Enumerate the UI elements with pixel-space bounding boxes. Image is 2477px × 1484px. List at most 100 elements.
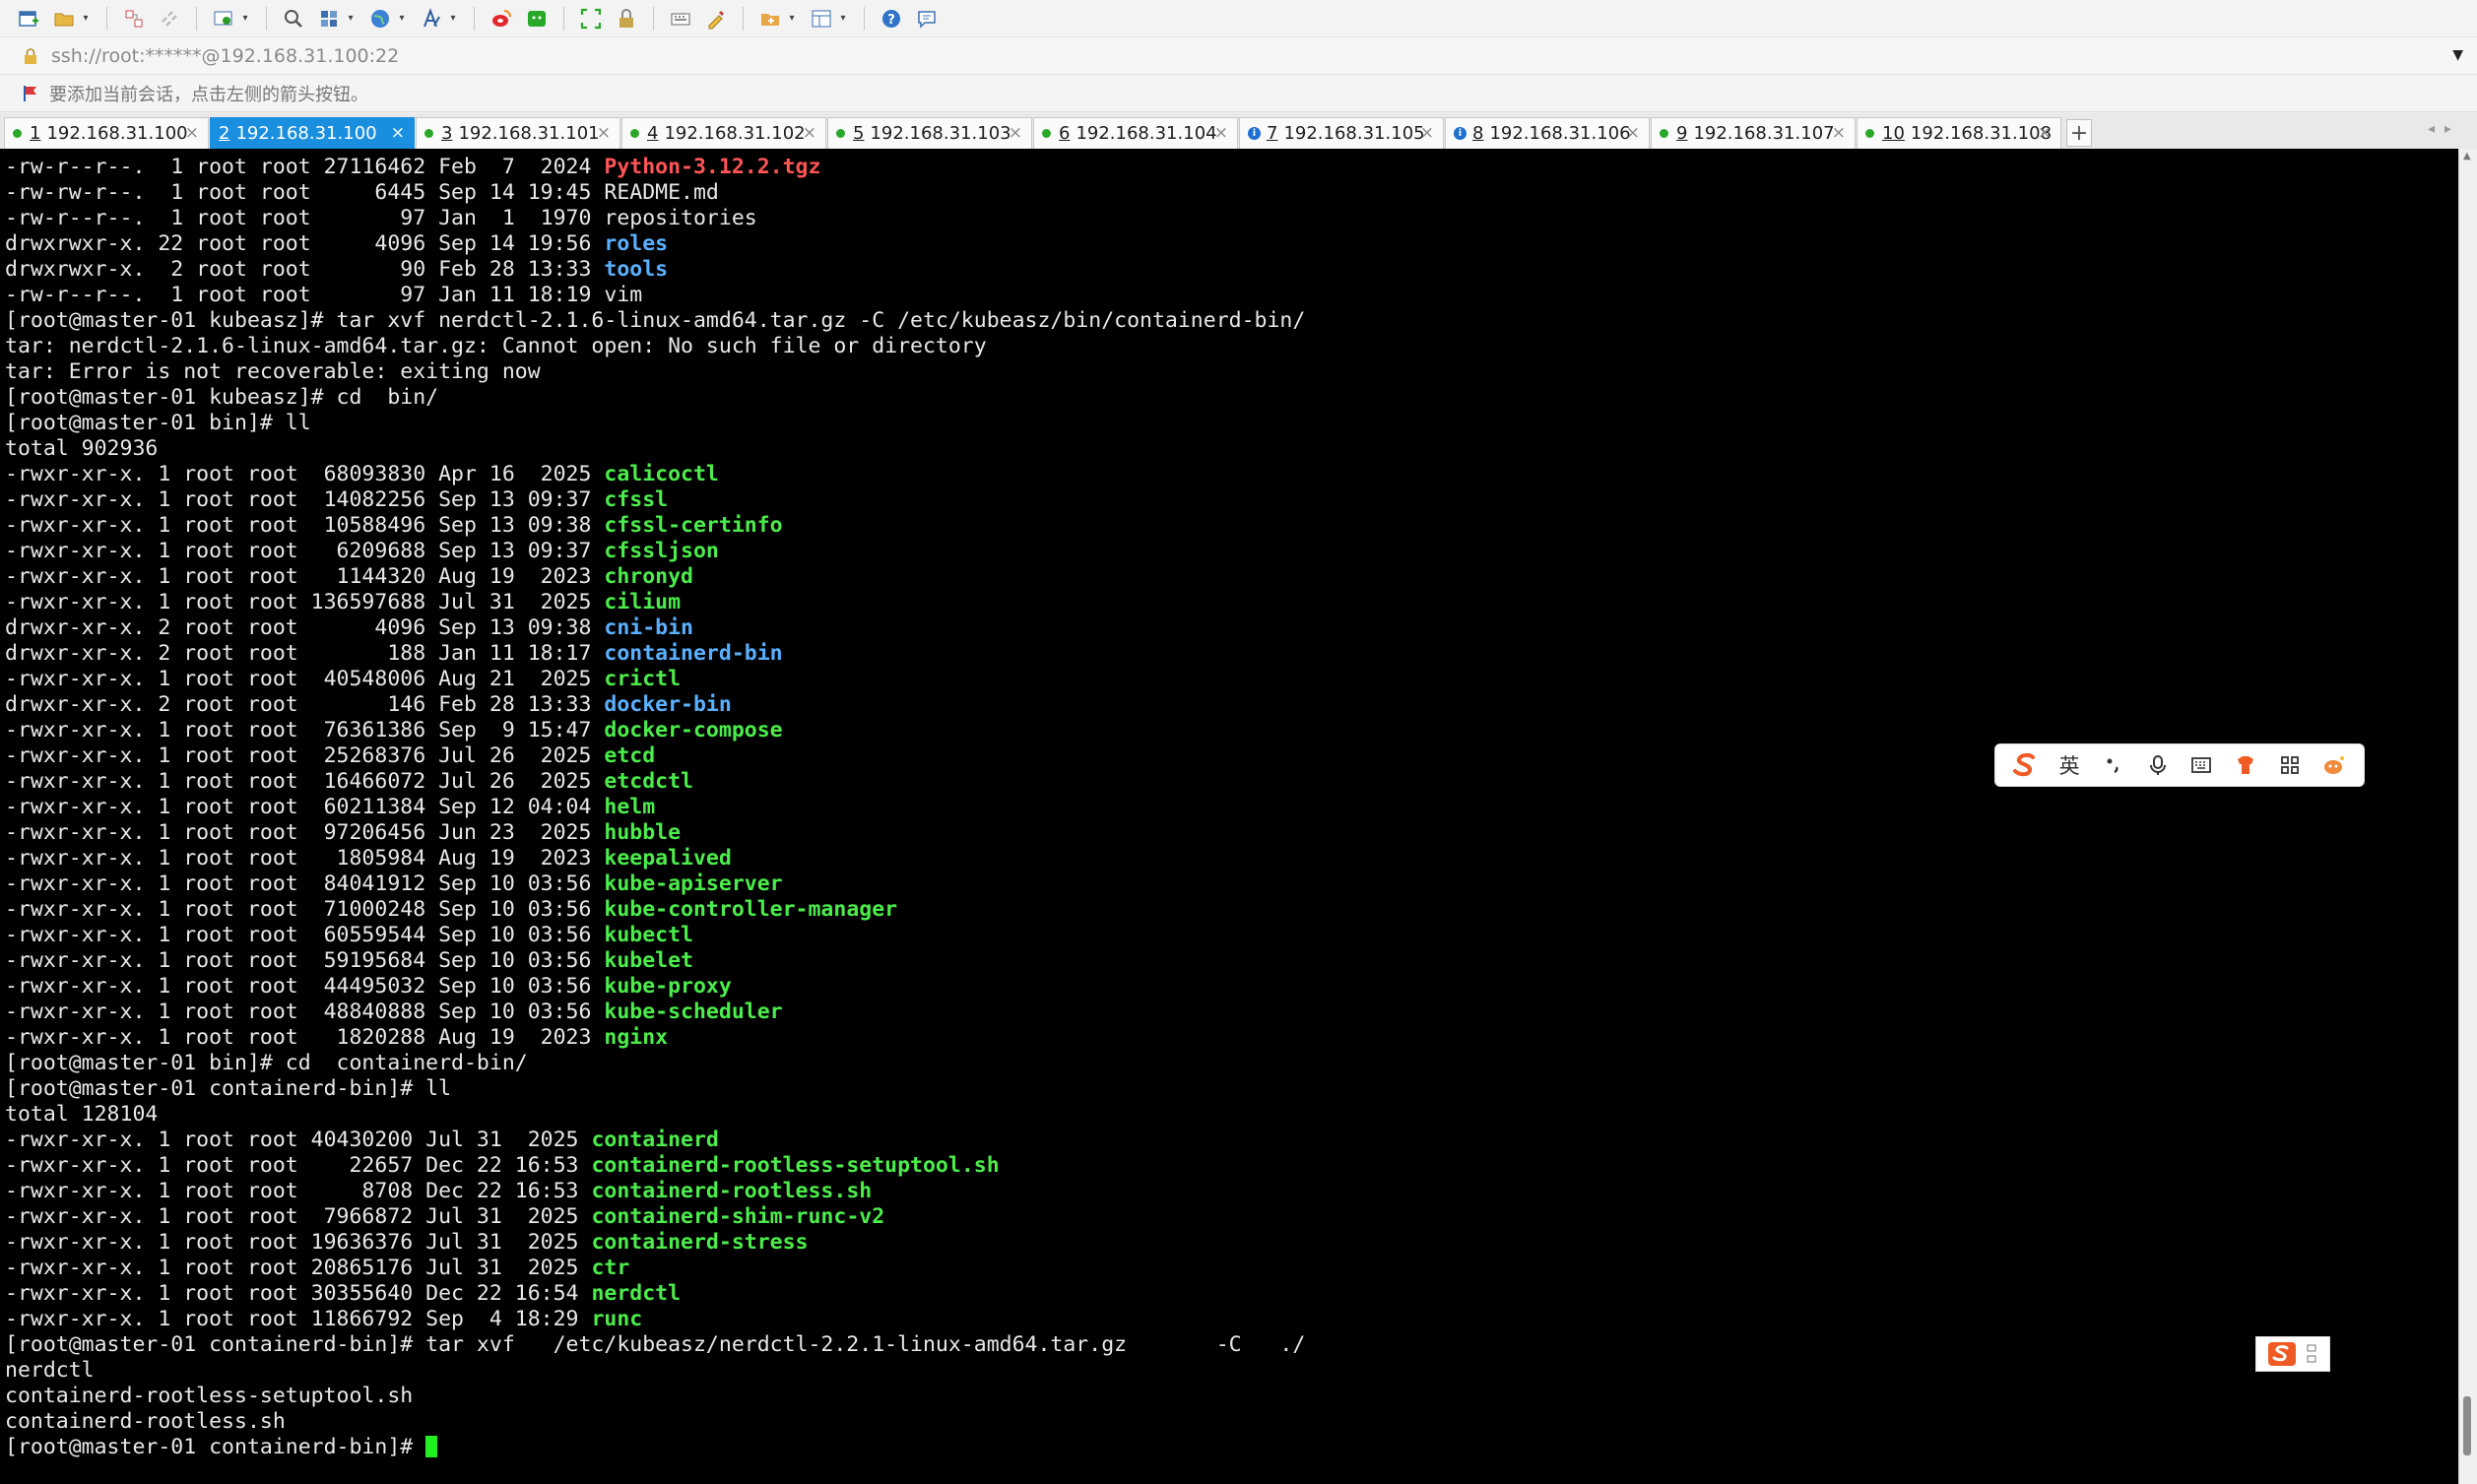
bookmark-arrow-icon[interactable] <box>22 84 39 103</box>
scrollbar-thumb[interactable] <box>2463 1396 2471 1455</box>
close-tab-icon[interactable]: × <box>1832 123 1846 143</box>
properties-dropdown[interactable]: ▾ <box>240 4 250 33</box>
find-icon[interactable] <box>279 4 308 33</box>
ime-mini-indicator[interactable] <box>2255 1336 2330 1372</box>
globe-dropdown[interactable]: ▾ <box>397 4 407 33</box>
terminal-line: -rwxr-xr-x. 1 root root 11866792 Sep 4 1… <box>5 1307 2458 1332</box>
connect-icon[interactable] <box>119 4 149 33</box>
soft-keyboard-icon[interactable] <box>2185 749 2217 781</box>
open-dropdown[interactable]: ▾ <box>81 4 91 33</box>
terminal-line: [root@master-01 containerd-bin]# tar xvf… <box>5 1332 2458 1358</box>
terminal-line: -rwxr-xr-x. 1 root root 1144320 Aug 19 2… <box>5 564 2458 590</box>
punctuation-icon[interactable] <box>2098 749 2129 781</box>
line-text: drwxr-xr-x. 2 root root 188 Jan 11 18:17 <box>5 641 605 666</box>
new-tab-button[interactable]: + <box>2066 119 2092 147</box>
file-name: helm <box>604 795 656 819</box>
ime-language-toggle[interactable]: 英 <box>2053 749 2085 781</box>
font-dropdown[interactable]: ▾ <box>448 4 458 33</box>
properties-icon[interactable] <box>209 4 238 33</box>
line-text: [root@master-01 kubeasz]# tar xvf nerdct… <box>5 308 1306 333</box>
file-name: keepalived <box>604 846 732 871</box>
terminal-scrollbar[interactable]: ▲ <box>2458 149 2477 1484</box>
toolbar-divider <box>474 6 475 31</box>
tab-session-6[interactable]: 6 192.168.31.104 × <box>1033 117 1238 149</box>
line-text: tar: nerdctl-2.1.6-linux-amd64.tar.gz: C… <box>5 334 987 358</box>
microphone-icon[interactable] <box>2142 749 2174 781</box>
tab-label: 192.168.31.103 <box>870 123 1011 144</box>
globe-icon[interactable] <box>365 4 395 33</box>
script-icon[interactable] <box>701 4 731 33</box>
tab-session-10[interactable]: 10 192.168.31.108 × <box>1857 117 2061 149</box>
keyboard-icon[interactable] <box>666 4 695 33</box>
scroll-up-arrow[interactable]: ▲ <box>2463 151 2471 161</box>
weibo-icon[interactable] <box>487 4 516 33</box>
close-tab-icon[interactable]: × <box>1009 123 1022 143</box>
close-tab-icon[interactable]: × <box>2038 123 2052 143</box>
sftp-dropdown[interactable]: ▾ <box>787 4 797 33</box>
address-bar[interactable]: ssh://root:******@192.168.31.100:22 ▼ <box>0 37 2477 75</box>
line-text: -rwxr-xr-x. 1 root root 6209688 Sep 13 0… <box>5 539 605 563</box>
fullscreen-icon[interactable] <box>576 4 606 33</box>
transfer-dropdown[interactable]: ▾ <box>346 4 356 33</box>
font-icon[interactable] <box>417 4 446 33</box>
file-name: ctr <box>591 1256 630 1280</box>
file-name: containerd-bin <box>604 641 783 666</box>
lock-icon[interactable] <box>612 4 641 33</box>
mascot-icon[interactable] <box>2318 749 2350 781</box>
line-text: [root@master-01 containerd-bin]# ll <box>5 1076 452 1101</box>
info-status-icon: i <box>1248 127 1261 140</box>
line-text: nerdctl <box>5 1358 95 1383</box>
layout-dropdown[interactable]: ▾ <box>838 4 848 33</box>
tab-session-7[interactable]: i 7 192.168.31.105 × <box>1239 117 1444 149</box>
skin-shirt-icon[interactable] <box>2230 749 2261 781</box>
wechat-icon[interactable] <box>522 4 552 33</box>
toolbox-grid-icon[interactable] <box>2274 749 2306 781</box>
close-tab-icon[interactable]: × <box>803 123 816 143</box>
tab-session-4[interactable]: 4 192.168.31.102 × <box>621 117 826 149</box>
line-text: -rwxr-xr-x. 1 root root 84041912 Sep 10 … <box>5 871 605 896</box>
open-folder-icon[interactable] <box>49 4 79 33</box>
line-text: -rwxr-xr-x. 1 root root 40430200 Jul 31 … <box>5 1128 592 1152</box>
tab-session-5[interactable]: 5 192.168.31.103 × <box>827 117 1032 149</box>
close-tab-icon[interactable]: × <box>185 123 199 143</box>
close-tab-icon[interactable]: × <box>597 123 611 143</box>
tab-label: 192.168.31.100 <box>235 123 377 144</box>
tab-scroll-arrows[interactable]: ◂▸ <box>2428 121 2461 137</box>
address-dropdown-icon[interactable]: ▼ <box>2452 47 2463 63</box>
layout-icon[interactable] <box>807 4 836 33</box>
terminal-line: -rwxr-xr-x. 1 root root 40548006 Aug 21 … <box>5 667 2458 692</box>
close-tab-icon[interactable]: × <box>1420 123 1434 143</box>
file-name: etcdctl <box>604 769 693 794</box>
terminal-line: -rwxr-xr-x. 1 root root 68093830 Apr 16 … <box>5 462 2458 487</box>
transfer-icon[interactable] <box>314 4 344 33</box>
sftp-icon[interactable] <box>755 4 785 33</box>
ime-toolbar: 英 <box>1994 743 2365 787</box>
line-text: drwxr-xr-x. 2 root root 4096 Sep 13 09:3… <box>5 615 605 640</box>
file-name: cni-bin <box>604 615 693 640</box>
close-tab-icon[interactable]: × <box>1626 123 1640 143</box>
terminal-line: [root@master-01 containerd-bin]# ll <box>5 1076 2458 1102</box>
close-tab-icon[interactable]: × <box>1214 123 1228 143</box>
sogou-logo-icon[interactable] <box>2009 749 2041 781</box>
disconnect-icon[interactable] <box>155 4 184 33</box>
tab-session-1[interactable]: 1 192.168.31.100 × <box>4 117 209 149</box>
terminal-line: -rw-r--r--. 1 root root 97 Jan 11 18:19 … <box>5 283 2458 308</box>
terminal-line: -rwxr-xr-x. 1 root root 60559544 Sep 10 … <box>5 923 2458 948</box>
tab-label: 192.168.31.101 <box>458 123 600 144</box>
toolbar-divider <box>266 6 267 31</box>
close-tab-icon[interactable]: × <box>391 123 405 143</box>
shell-prompt: [root@master-01 containerd-bin]# <box>5 1435 426 1459</box>
chat-icon[interactable] <box>912 4 942 33</box>
line-text: drwxr-xr-x. 2 root root 146 Feb 28 13:33 <box>5 692 605 717</box>
terminal-line: -rw-r--r--. 1 root root 27116462 Feb 7 2… <box>5 155 2458 180</box>
line-text: -rwxr-xr-x. 1 root root 14082256 Sep 13 … <box>5 487 605 512</box>
tab-session-9[interactable]: 9 192.168.31.107 × <box>1651 117 1856 149</box>
tab-number: 2 <box>219 123 230 144</box>
tab-session-8[interactable]: i 8 192.168.31.106 × <box>1445 117 1650 149</box>
tab-session-3[interactable]: 3 192.168.31.101 × <box>416 117 620 149</box>
help-icon[interactable]: ? <box>877 4 906 33</box>
tab-session-2[interactable]: 2 192.168.31.100 × <box>210 117 415 149</box>
line-text: drwxrwxr-x. 22 root root 4096 Sep 14 19:… <box>5 231 605 256</box>
new-session-icon[interactable] <box>14 4 43 33</box>
terminal-output[interactable]: -rw-r--r--. 1 root root 27116462 Feb 7 2… <box>0 149 2458 1484</box>
